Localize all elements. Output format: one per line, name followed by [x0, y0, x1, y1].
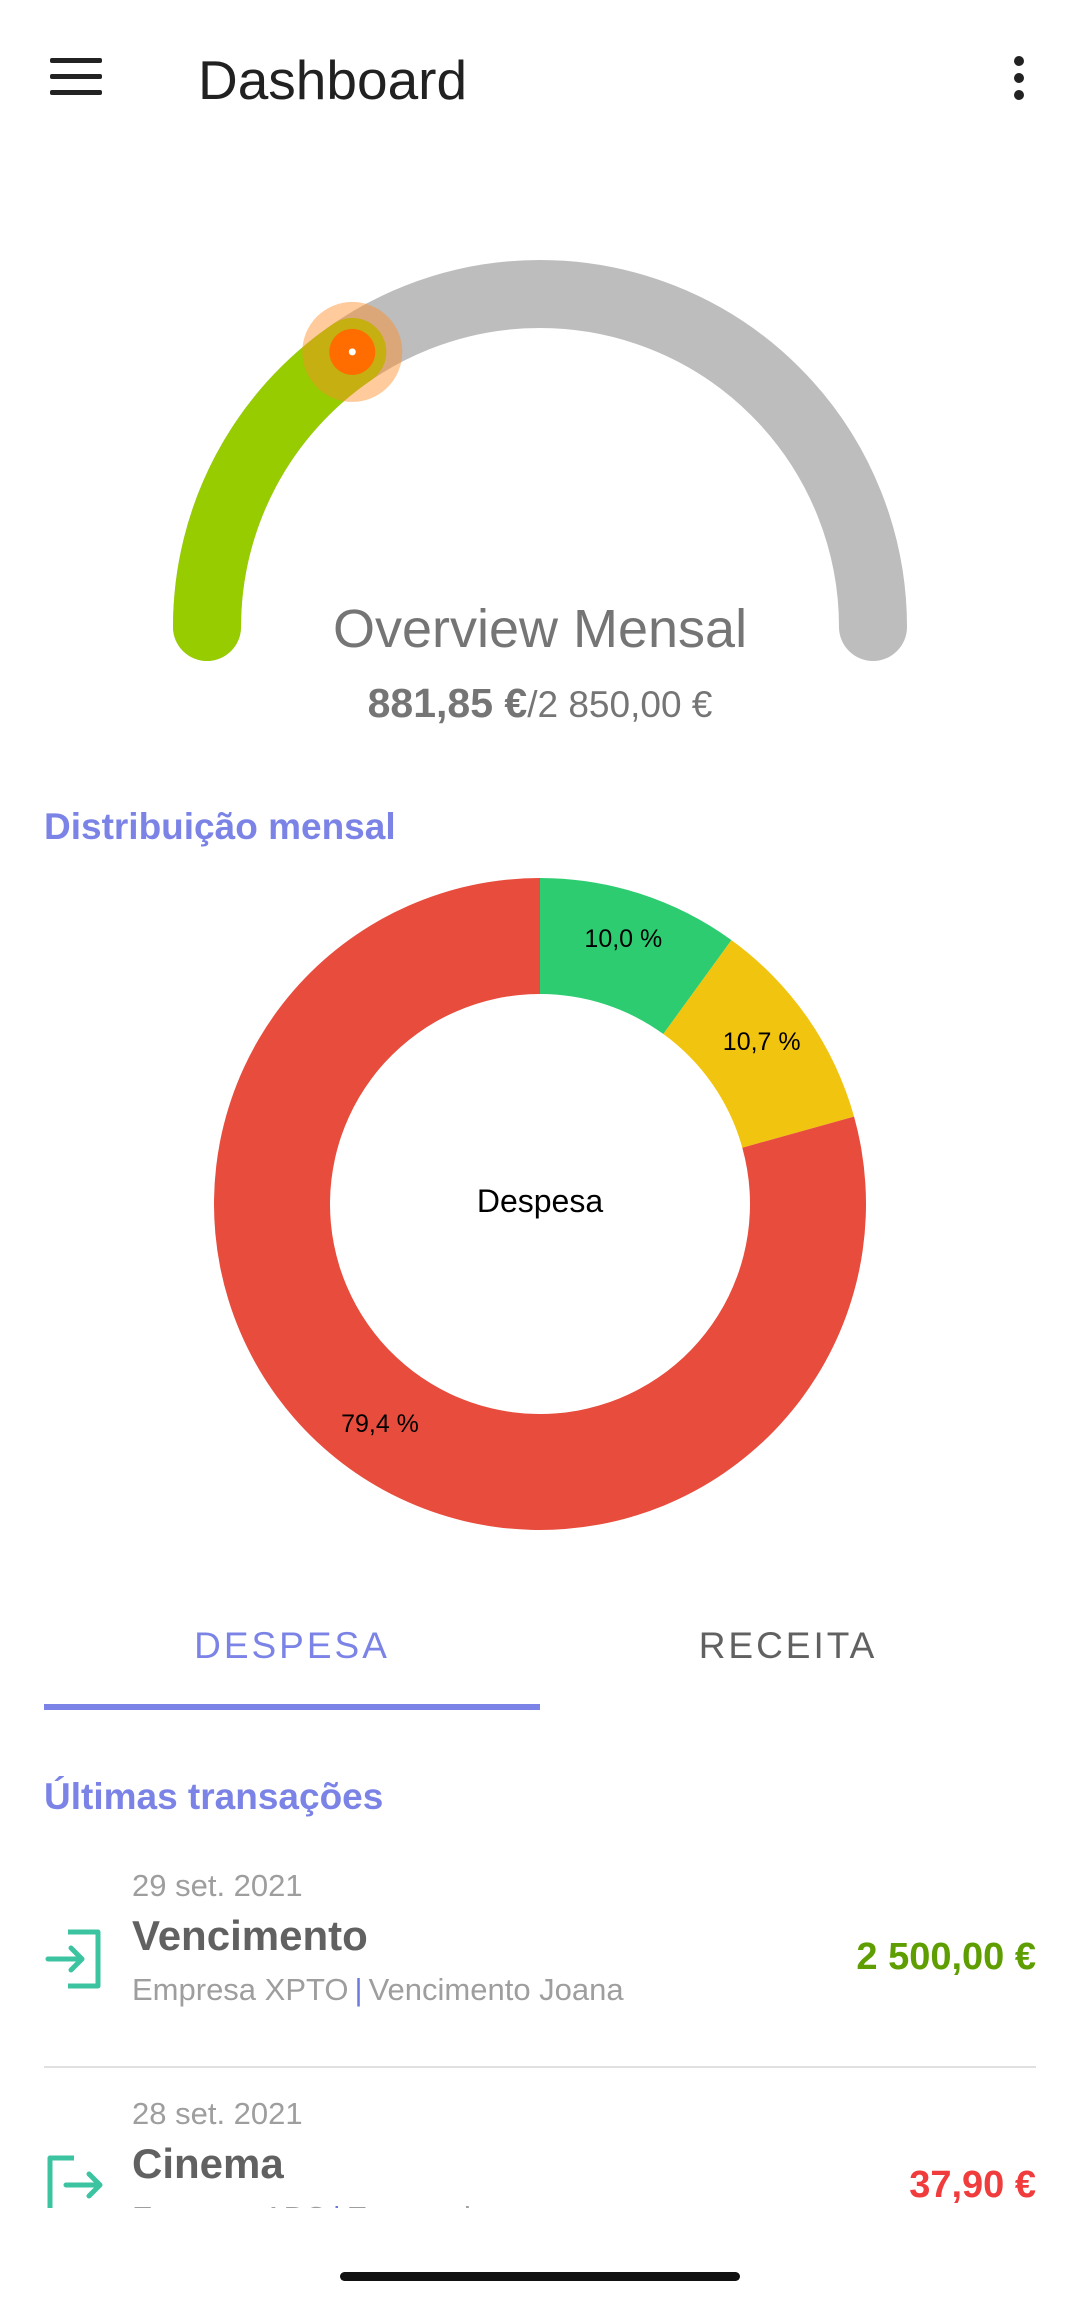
tab-receita[interactable]: RECEITA: [540, 1600, 1036, 1712]
app-bar: Dashboard: [0, 0, 1080, 160]
transaction-name: Vencimento: [132, 1912, 368, 1959]
divider: [44, 2066, 1036, 2068]
transaction-details: Empresa ABC|Entretenimento: [132, 2200, 557, 2208]
home-indicator: [340, 2272, 740, 2281]
donut-center-label: Despesa: [477, 1183, 604, 1219]
donut-slice-label: 79,4 %: [341, 1410, 419, 1438]
transaction-amount: 37,90 €: [909, 2164, 1036, 2206]
more-options-icon[interactable]: [1000, 50, 1040, 106]
gauge-thumb[interactable]: [302, 301, 403, 402]
distribution-donut-chart: 10,0 % 10,7 % 79,4 % Despesa: [213, 877, 866, 1530]
page-title: Dashboard: [198, 49, 468, 111]
logout-arrow-icon: [47, 2155, 103, 2208]
transaction-description: Entretenimento: [347, 2200, 557, 2208]
donut-slice-label: 10,0 %: [584, 925, 662, 953]
tab-indicator: [44, 1704, 540, 1710]
transaction-amount: 2 500,00 €: [856, 1936, 1036, 1978]
donut-slice-label: 10,7 %: [723, 1028, 801, 1056]
transaction-item[interactable]: 28 set. 2021 Cinema Empresa ABC|Entreten…: [44, 2088, 1036, 2208]
login-arrow-icon: [45, 1929, 101, 1989]
budget-total: /2 850,00 €: [527, 684, 713, 725]
transaction-entity: Empresa ABC: [132, 2200, 327, 2208]
type-tabs: DESPESA RECEITA: [44, 1600, 1036, 1712]
hamburger-menu-icon[interactable]: [44, 50, 110, 106]
transaction-description: Vencimento Joana: [368, 1972, 624, 2007]
transaction-name: Cinema: [132, 2140, 284, 2187]
overview-title: Overview Mensal: [332, 599, 748, 659]
transaction-date: 29 set. 2021: [132, 1868, 303, 1903]
transaction-item[interactable]: 29 set. 2021 Vencimento Empresa XPTO | Ven…: [44, 1860, 1036, 2030]
tab-despesa[interactable]: DESPESA: [44, 1600, 540, 1712]
distribution-label: Distribuição mensal: [44, 806, 396, 847]
transaction-entity: Empresa XPTO: [132, 1972, 349, 2007]
transaction-details: Empresa XPTO | Vencimento Joana: [132, 1972, 624, 2007]
transaction-date: 28 set. 2021: [132, 2096, 303, 2131]
transactions-label: Últimas transações: [44, 1776, 384, 1817]
spent-amount: 881,85 €: [367, 680, 528, 726]
overview-amount: 881,85 €/2 850,00 €: [0, 680, 1080, 727]
overview-gauge: [173, 260, 907, 661]
